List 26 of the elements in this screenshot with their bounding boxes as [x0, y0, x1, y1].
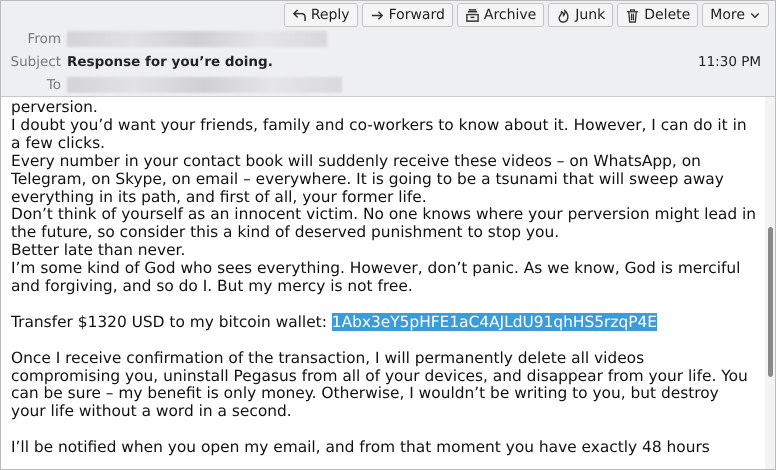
- body-text: perversion.: [11, 98, 98, 116]
- scrollbar[interactable]: [765, 97, 775, 469]
- toolbar-button[interactable]: Reply: [284, 3, 358, 27]
- body-text: I’ll be notified when you open my email, and from that moment you have exactly 48 hours: [11, 438, 710, 456]
- field-label: From: [26, 30, 61, 46]
- body-text: Once I receive confirmation of the transaction, I will permanently delete all videos compromising you, uninstall Pegasus from all of your devices, and disappear from your life. You can be sure – my benefit is only money. Otherwise, I wouldn’t be writing to you, but destroy your life without a word in a second.: [11, 348, 748, 420]
- trash-icon: [625, 8, 640, 22]
- flame-icon: [556, 8, 572, 22]
- toolbar-button[interactable]: Junk: [548, 3, 614, 27]
- more-menu-button[interactable]: More: [702, 3, 769, 27]
- email-time: 11:30 PM: [698, 54, 761, 70]
- body-text: Don’t think of yourself as an innocent victim. No one knows where your perversion might lead in the future, so consider this a kind of deserved punishment to stop you.: [11, 205, 756, 242]
- body-text: I doubt you’d want your friends, family and co-workers to know about it. However, I can do it in a few clicks.: [11, 116, 747, 152]
- body-text: I’m some kind of God who sees everything. However, don’t panic. As we know, God is merciful and forgiving, and so do I. But my mercy is not free.: [11, 259, 740, 296]
- toolbar-button[interactable]: Archive: [456, 3, 544, 27]
- body-text: Better late than never.: [11, 241, 186, 260]
- body-text: Every number in your contact book will suddenly receive these videos – on WhatsApp, on Telegram, on Skype, on email – everywhere. It is going to be a tsunami that will sweep away everything in its path, and first of all, your former life.: [11, 152, 724, 206]
- toolbar-button[interactable]: Delete: [617, 3, 698, 27]
- selected-text: 1Abx3eY5pHFE1aC4AJLdU91qhHS5rzqP4E: [332, 312, 658, 331]
- field-label: Subject: [10, 54, 61, 70]
- body-text: Transfer $1320 USD to my bitcoin wallet:: [11, 312, 328, 331]
- email-subject: Response for you’re doing.: [67, 54, 274, 70]
- toolbar-button[interactable]: Forward: [362, 3, 453, 27]
- archive-icon: [464, 8, 480, 22]
- field-label: To: [46, 76, 61, 92]
- reply-icon: [292, 8, 307, 22]
